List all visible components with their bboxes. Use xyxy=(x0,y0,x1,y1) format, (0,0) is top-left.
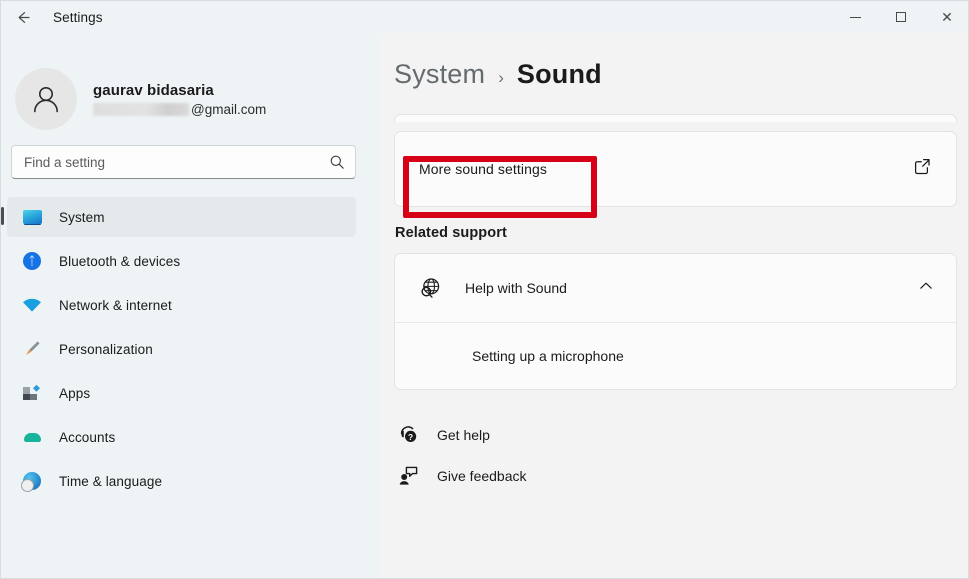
close-icon: ✕ xyxy=(941,10,953,24)
main-content: System › Sound More sound settings xyxy=(381,33,969,579)
previous-setting-card-partial xyxy=(394,114,957,122)
app-title: Settings xyxy=(53,10,103,25)
title-bar: Settings ✕ xyxy=(1,1,969,33)
help-with-sound-header[interactable]: Help with Sound xyxy=(395,254,956,322)
sidebar-item-label: System xyxy=(59,210,105,225)
sidebar-nav: System ᛏ Bluetooth & devices Network & i… xyxy=(1,197,381,501)
settings-scroll-area: More sound settings Related support xyxy=(381,114,969,496)
minimize-button[interactable] xyxy=(832,1,878,33)
apps-icon xyxy=(21,382,43,404)
external-link-icon[interactable] xyxy=(913,157,932,181)
footer-links: ? Get help Give feedback xyxy=(394,414,957,496)
related-support-title: Related support xyxy=(395,225,957,241)
sidebar-item-personalization[interactable]: Personalization xyxy=(7,329,356,369)
get-help-icon: ? xyxy=(395,424,421,445)
chevron-up-icon[interactable] xyxy=(918,278,934,299)
sidebar: gaurav bidasaria @gmail.com xyxy=(1,33,381,579)
avatar xyxy=(15,68,77,130)
globe-search-icon xyxy=(417,275,443,301)
sidebar-item-label: Apps xyxy=(59,386,90,401)
svg-text:?: ? xyxy=(408,432,413,442)
back-button[interactable] xyxy=(1,1,45,33)
help-with-sound-item[interactable]: Setting up a microphone xyxy=(395,323,956,389)
give-feedback-icon xyxy=(395,465,421,486)
monitor-icon xyxy=(21,206,43,228)
page-title: Sound xyxy=(517,59,602,90)
search-icon[interactable] xyxy=(329,154,345,175)
sidebar-item-network-internet[interactable]: Network & internet xyxy=(7,285,356,325)
sidebar-item-label: Accounts xyxy=(59,430,115,445)
clock-globe-icon xyxy=(21,470,43,492)
give-feedback-link[interactable]: Give feedback xyxy=(395,455,957,496)
sidebar-item-system[interactable]: System xyxy=(7,197,356,237)
sidebar-item-bluetooth-devices[interactable]: ᛏ Bluetooth & devices xyxy=(7,241,356,281)
sidebar-item-label: Personalization xyxy=(59,342,153,357)
sidebar-item-label: Time & language xyxy=(59,474,162,489)
more-sound-settings-label: More sound settings xyxy=(419,161,547,177)
more-sound-settings-card[interactable]: More sound settings xyxy=(394,131,957,207)
window-controls: ✕ xyxy=(832,1,969,33)
settings-window: Settings ✕ gaurav bidasaria xyxy=(0,0,969,579)
account-text: gaurav bidasaria @gmail.com xyxy=(93,82,266,117)
more-sound-settings-row[interactable]: More sound settings xyxy=(395,132,956,206)
breadcrumb: System › Sound xyxy=(381,33,969,90)
breadcrumb-parent[interactable]: System xyxy=(394,59,485,90)
close-button[interactable]: ✕ xyxy=(924,1,969,33)
search-container xyxy=(1,137,381,179)
maximize-icon xyxy=(896,12,906,22)
give-feedback-label: Give feedback xyxy=(437,468,527,484)
bluetooth-icon: ᛏ xyxy=(21,250,43,272)
help-with-sound-card: Help with Sound Setting up a microphone xyxy=(394,253,957,390)
accounts-person-icon xyxy=(21,426,43,448)
account-summary[interactable]: gaurav bidasaria @gmail.com xyxy=(1,33,381,137)
account-email-suffix: @gmail.com xyxy=(191,102,266,117)
search-input[interactable] xyxy=(12,146,355,178)
get-help-label: Get help xyxy=(437,427,490,443)
sidebar-item-apps[interactable]: Apps xyxy=(7,373,356,413)
account-email: @gmail.com xyxy=(93,102,266,117)
wifi-icon xyxy=(21,294,43,316)
help-item-label: Setting up a microphone xyxy=(472,348,624,364)
sidebar-item-time-language[interactable]: Time & language xyxy=(7,461,356,501)
sidebar-item-label: Network & internet xyxy=(59,298,172,313)
maximize-button[interactable] xyxy=(878,1,924,33)
search-box[interactable] xyxy=(11,145,356,179)
help-with-sound-label: Help with Sound xyxy=(465,280,567,296)
paintbrush-icon xyxy=(21,338,43,360)
email-redaction xyxy=(93,103,189,116)
get-help-link[interactable]: ? Get help xyxy=(395,414,957,455)
back-arrow-icon xyxy=(15,9,32,26)
user-avatar-icon xyxy=(28,81,64,117)
sidebar-item-label: Bluetooth & devices xyxy=(59,254,180,269)
account-name: gaurav bidasaria xyxy=(93,82,266,99)
sidebar-item-accounts[interactable]: Accounts xyxy=(7,417,356,457)
minimize-icon xyxy=(850,17,861,18)
chevron-right-icon: › xyxy=(498,68,504,88)
